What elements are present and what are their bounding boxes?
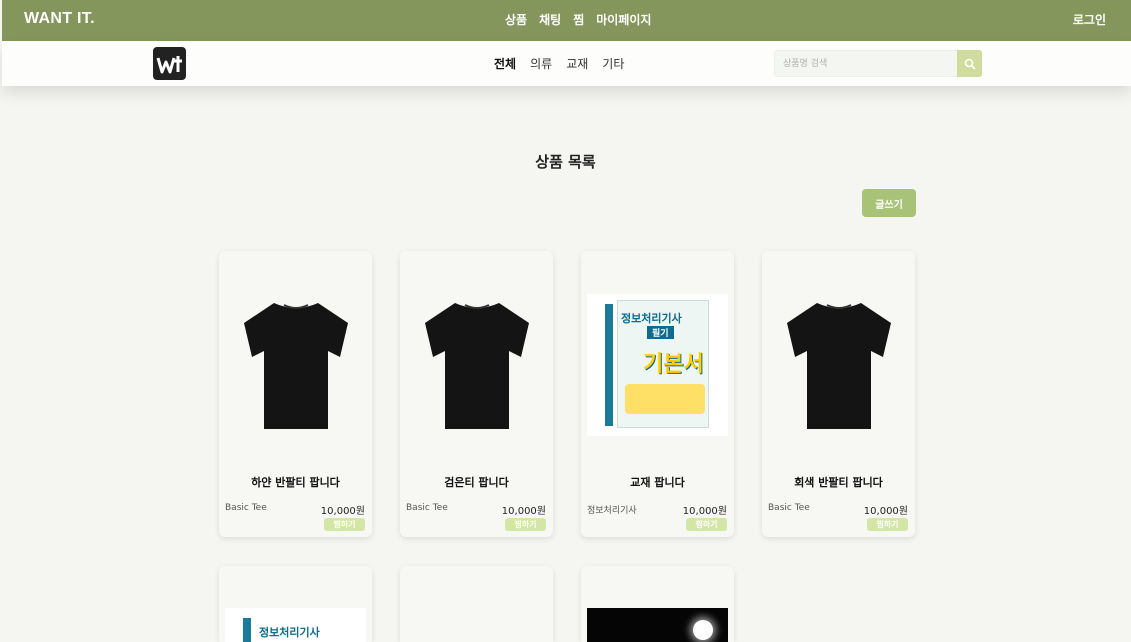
product-card[interactable]: 검은티 팝니다 Basic Tee 10,000원 찜하기: [400, 251, 553, 537]
product-card[interactable]: [581, 566, 734, 642]
book-subtitle: 필기: [647, 326, 674, 339]
product-subtitle: Basic Tee: [406, 503, 448, 513]
product-price: 10,000원: [682, 506, 727, 517]
nav-mypage[interactable]: 마이페이지: [596, 11, 651, 28]
search-button[interactable]: [957, 50, 982, 77]
tshirt-icon: [243, 303, 348, 429]
category-textbook[interactable]: 교재: [566, 55, 588, 72]
login-link[interactable]: 로그인: [1073, 11, 1106, 28]
like-button[interactable]: 찜하기: [867, 518, 908, 531]
search-input[interactable]: [774, 50, 957, 77]
book-title: 정보처리기사: [259, 626, 320, 639]
product-subtitle: Basic Tee: [768, 503, 810, 513]
top-nav: 상품 채팅 찜 마이페이지: [505, 11, 651, 28]
product-card[interactable]: 정보처리기사: [219, 566, 372, 642]
product-subtitle: Basic Tee: [225, 503, 267, 513]
product-image: [768, 293, 909, 437]
like-button[interactable]: 찜하기: [324, 518, 365, 531]
product-name[interactable]: 하얀 반팔티 팝니다: [219, 474, 372, 490]
brand-name[interactable]: WANT IT.: [24, 10, 95, 28]
product-card[interactable]: 하얀 반팔티 팝니다 Basic Tee 10,000원 찜하기: [219, 251, 372, 537]
product-price: 10,000원: [320, 506, 365, 517]
nav-chat[interactable]: 채팅: [539, 11, 561, 28]
category-etc[interactable]: 기타: [602, 55, 624, 72]
book-title: 정보처리기사: [621, 312, 682, 325]
tshirt-icon: [786, 303, 891, 429]
product-subtitle: 정보처리기사: [587, 506, 637, 516]
search-icon: [964, 58, 976, 70]
category-all[interactable]: 전체: [494, 55, 516, 72]
like-button[interactable]: 찜하기: [686, 518, 727, 531]
textbook-cover: 정보처리기사 필기 기본서: [587, 294, 728, 436]
write-button[interactable]: 글쓰기: [862, 189, 916, 217]
logo-icon[interactable]: [153, 47, 186, 80]
like-button[interactable]: 찜하기: [505, 518, 546, 531]
nav-wishlist[interactable]: 찜: [573, 11, 584, 28]
search-box: [774, 50, 982, 77]
category-clothing[interactable]: 의류: [530, 55, 552, 72]
product-card[interactable]: 정보처리기사 필기 기본서 교재 팝니다 정보처리기사 10,000원 찜하기: [581, 251, 734, 537]
product-card[interactable]: 회색 반팔티 팝니다 Basic Tee 10,000원 찜하기: [762, 251, 915, 537]
category-nav: 전체 의류 교재 기타: [494, 55, 624, 72]
product-image: [225, 293, 366, 437]
product-name[interactable]: 교재 팝니다: [581, 474, 734, 490]
product-price: 10,000원: [501, 506, 546, 517]
page-title: 상품 목록: [535, 153, 596, 171]
product-name[interactable]: 검은티 팝니다: [400, 474, 553, 490]
product-image: 정보처리기사: [225, 608, 366, 642]
product-price: 10,000원: [863, 506, 908, 517]
product-image: 정보처리기사 필기 기본서: [587, 293, 728, 437]
category-bar: 전체 의류 교재 기타: [2, 41, 1131, 86]
product-name[interactable]: 회색 반팔티 팝니다: [762, 474, 915, 490]
product-image: [406, 293, 547, 437]
top-header: WANT IT. 상품 채팅 찜 마이페이지 로그인: [2, 0, 1131, 41]
nav-products[interactable]: 상품: [505, 11, 527, 28]
product-card[interactable]: [400, 566, 553, 642]
tshirt-icon: [424, 303, 529, 429]
product-image: [587, 608, 728, 642]
book-heading: 기본서: [643, 352, 704, 377]
